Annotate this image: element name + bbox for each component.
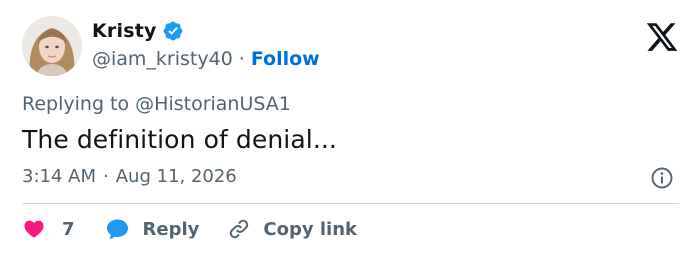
link-icon: [230, 219, 249, 239]
action-bar: 7 Reply Copy link: [22, 216, 357, 242]
heart-icon: [24, 220, 44, 238]
verified-badge-icon: [162, 20, 184, 42]
separator-dot: ·: [238, 48, 245, 70]
like-count: 7: [62, 218, 75, 240]
x-logo-icon[interactable]: [644, 20, 680, 54]
author-display-name[interactable]: Kristy: [92, 20, 157, 42]
tweet-card: Kristy @iam_kristy40 · Follow Replying t…: [0, 0, 700, 256]
tweet-date: Aug 11, 2026: [115, 166, 237, 187]
reply-mention-link[interactable]: @HistorianUSA1: [135, 93, 291, 115]
reply-label: Reply: [142, 218, 200, 240]
author-name-row: Kristy: [92, 20, 184, 42]
like-button[interactable]: 7: [22, 218, 75, 240]
copy-link-button[interactable]: Copy link: [227, 217, 357, 241]
avatar-image: [22, 16, 82, 76]
follow-button[interactable]: Follow: [251, 48, 320, 70]
avatar[interactable]: [22, 16, 82, 76]
tweet-timestamp[interactable]: 3:14 AM · Aug 11, 2026: [22, 166, 237, 187]
tweet-text: The definition of denial...: [22, 125, 337, 154]
divider: [22, 203, 679, 204]
author-handle[interactable]: @iam_kristy40: [92, 48, 233, 70]
reply-context: Replying to @HistorianUSA1: [22, 93, 291, 115]
info-icon[interactable]: [650, 166, 674, 190]
tweet-time: 3:14 AM: [22, 166, 96, 187]
copy-link-label: Copy link: [263, 218, 357, 240]
author-handle-row: @iam_kristy40 · Follow: [92, 48, 320, 70]
separator-dot: ·: [103, 166, 109, 187]
reply-button[interactable]: Reply: [105, 217, 200, 241]
reply-context-prefix: Replying to: [22, 93, 136, 115]
speech-bubble-icon: [106, 219, 128, 240]
